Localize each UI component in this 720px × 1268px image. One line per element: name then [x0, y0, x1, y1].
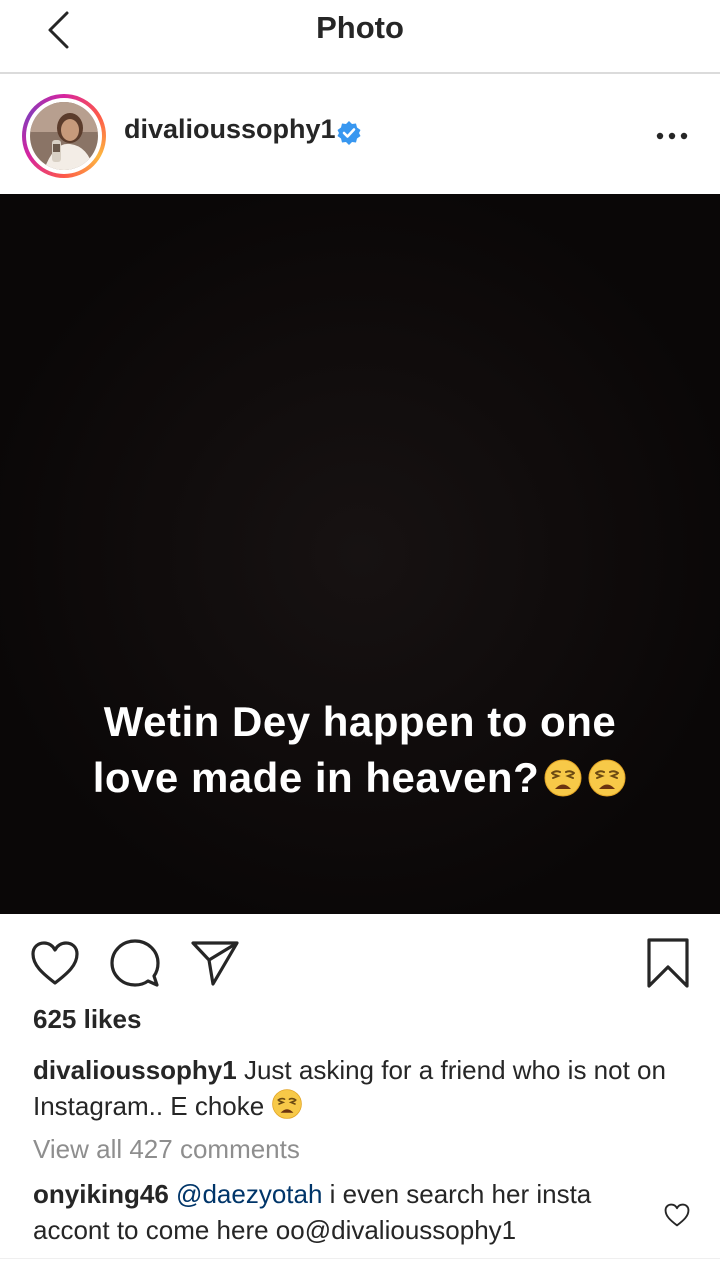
save-button[interactable]: [643, 938, 693, 988]
post-image-text-line1: Wetin Dey happen to one: [103, 698, 617, 745]
heart-icon: [664, 1203, 690, 1227]
caption-username[interactable]: divalioussophy1: [33, 1055, 237, 1085]
comment-mention[interactable]: @daezyotah: [169, 1179, 322, 1209]
heart-icon: [31, 941, 79, 985]
weary-face-emoji: [588, 759, 626, 797]
story-ring[interactable]: [22, 94, 106, 178]
post-username[interactable]: divalioussophy1: [124, 114, 336, 145]
weary-face-emoji: [544, 759, 582, 797]
next-comment-divider: [0, 1258, 720, 1268]
post-image-text-line2: love made in heaven?: [92, 754, 540, 801]
avatar[interactable]: [30, 102, 98, 170]
comment-like-button[interactable]: [660, 1198, 694, 1232]
send-icon: [191, 941, 239, 986]
comment-icon: [110, 939, 160, 987]
view-all-comments-link[interactable]: View all 427 comments: [33, 1134, 300, 1165]
post-caption: divalioussophy1 Just asking for a friend…: [33, 1052, 683, 1124]
comment-button[interactable]: [110, 938, 160, 988]
comment-item: onyiking46 @daezyotah i even search her …: [33, 1176, 633, 1248]
ellipsis-icon: [656, 132, 688, 140]
share-button[interactable]: [190, 938, 240, 988]
likes-count[interactable]: 625 likes: [33, 1004, 141, 1035]
like-button[interactable]: [30, 938, 80, 988]
post-image[interactable]: Wetin Dey happen to one love made in hea…: [0, 194, 720, 914]
post-action-bar: [0, 914, 720, 1014]
comment-username[interactable]: onyiking46: [33, 1179, 169, 1209]
more-options-button[interactable]: [650, 116, 694, 156]
top-app-bar: Photo: [0, 0, 720, 74]
weary-face-emoji: [272, 1089, 303, 1119]
post-image-text: Wetin Dey happen to one love made in hea…: [40, 694, 680, 806]
verified-badge-icon: [337, 121, 361, 145]
bookmark-icon: [647, 938, 689, 988]
post-header: divalioussophy1: [0, 76, 720, 194]
page-title: Photo: [316, 10, 404, 45]
